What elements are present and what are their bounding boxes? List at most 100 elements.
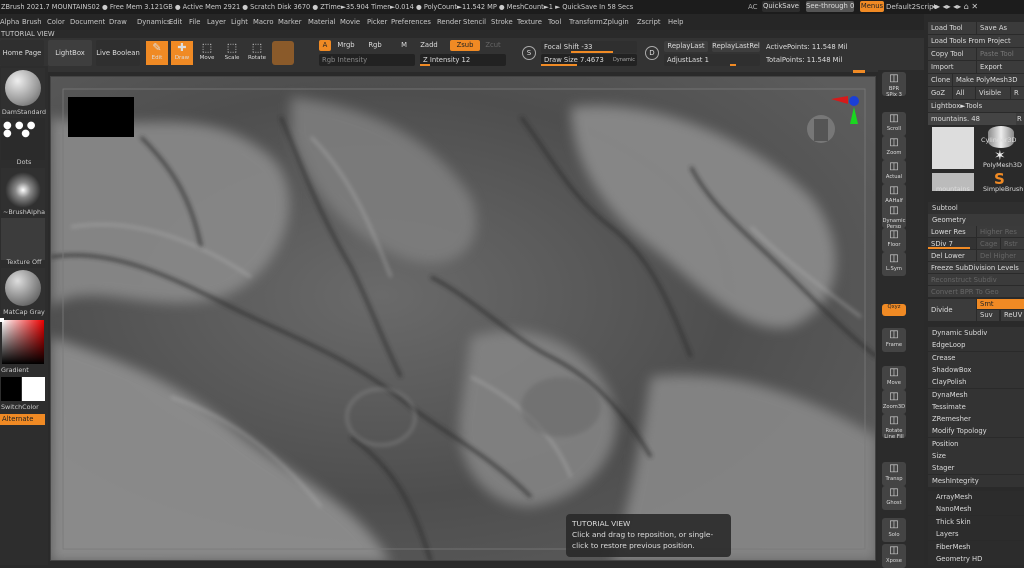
sculpt-render[interactable] (51, 77, 876, 561)
tool-solo[interactable]: ◫ Solo (882, 518, 906, 542)
menu-brush[interactable]: Brush (22, 18, 42, 26)
alternate-button[interactable]: Alternate (0, 414, 45, 425)
menu-color[interactable]: Color (47, 18, 65, 26)
tool-zoom[interactable]: ◫ Zoom (882, 136, 906, 160)
rstr-button[interactable]: Rstr (1001, 238, 1024, 249)
subpalette-claypolish[interactable]: ClayPolish (928, 376, 1024, 389)
subpalette-position[interactable]: Position (928, 437, 1024, 450)
z-intensity-slider[interactable]: Z Intensity 12 (420, 54, 506, 66)
menu-zscript[interactable]: Zscript (637, 18, 661, 26)
lightbox-button[interactable]: LightBox (48, 40, 92, 66)
subpalette-dynamesh[interactable]: DynaMesh (928, 388, 1024, 401)
menu-transform[interactable]: Transform (569, 18, 603, 26)
scale-button[interactable]: ⬚ Scale (221, 41, 243, 65)
live-boolean-button[interactable]: Live Boolean (96, 40, 140, 66)
subpalette-meshintegrity[interactable]: MeshIntegrity (928, 474, 1024, 487)
tool-spix-3[interactable]: SPix 3 (882, 92, 906, 104)
primary-color-swatch[interactable] (1, 377, 21, 401)
subpalette-zremesher[interactable]: ZRemesher (928, 413, 1024, 426)
tool-line-fill[interactable]: Line Fill (882, 434, 906, 446)
subpalette-geometry-hd[interactable]: Geometry HD (928, 553, 1024, 565)
reuv-button[interactable]: ReUV (1001, 310, 1024, 321)
alpha-thumbnail[interactable] (1, 168, 45, 210)
stroke-thumbnail[interactable]: ● ● ● ● ● (1, 118, 45, 160)
menu-material[interactable]: Material (308, 18, 336, 26)
subpalette-edgeloop[interactable]: EdgeLoop (928, 339, 1024, 352)
save-as-button[interactable]: Save As (977, 22, 1024, 34)
convert-bpr-button[interactable]: Convert BPR To Geo (928, 286, 1024, 297)
subpalette-thick-skin[interactable]: Thick Skin (928, 515, 1024, 528)
tool-l-sym[interactable]: ◫ L.Sym (882, 252, 906, 276)
menu-light[interactable]: Light (231, 18, 248, 26)
divide-button[interactable]: Divide (928, 299, 976, 321)
menu-render[interactable]: Render (437, 18, 461, 26)
geometry-section[interactable]: Geometry (928, 214, 1024, 226)
smt-toggle[interactable]: Smt (977, 299, 1024, 309)
menu-zplugin[interactable]: Zplugin (603, 18, 629, 26)
tool-transp[interactable]: ◫ Transp (882, 462, 906, 486)
menu-file[interactable]: File (189, 18, 200, 26)
subpalette-tessimate[interactable]: Tessimate (928, 400, 1024, 413)
clone-button[interactable]: Clone (928, 74, 952, 86)
focal-shift-slider[interactable]: Focal Shift -33 (541, 41, 637, 53)
lightbox-tools-button[interactable]: Lightbox►Tools (928, 100, 1024, 112)
subpalette-nanomesh[interactable]: NanoMesh (928, 503, 1024, 516)
tool-xpose[interactable]: ◫ Xpose (882, 544, 906, 568)
adjustlast-slider[interactable]: AdjustLast 1 (664, 54, 760, 66)
paste-tool-button[interactable]: Paste Tool (977, 48, 1024, 60)
tool-move[interactable]: ◫ Move (882, 366, 906, 390)
subpalette-dynamic-subdiv[interactable]: Dynamic Subdiv (928, 327, 1024, 339)
quicksave-button[interactable]: QuickSave (762, 1, 800, 12)
zsub-toggle[interactable]: Zsub (450, 40, 480, 51)
goz-all-button[interactable]: All (953, 87, 975, 99)
subpalette-shadowbox[interactable]: ShadowBox (928, 363, 1024, 376)
subtool-section[interactable]: Subtool (928, 202, 1024, 214)
zadd-toggle[interactable]: Zadd (418, 40, 440, 51)
m-toggle[interactable]: M (398, 40, 410, 51)
s-icon[interactable]: S (522, 46, 536, 60)
export-button[interactable]: Export (977, 61, 1024, 73)
del-lower-button[interactable]: Del Lower (928, 250, 976, 261)
window-controls-icon[interactable]: ◂▸ ◂▸ ◂▸ ⌂ ✕ (932, 2, 978, 11)
menu-texture[interactable]: Texture (517, 18, 542, 26)
suv-toggle[interactable]: Suv (977, 310, 999, 321)
material-thumbnail[interactable] (1, 268, 45, 310)
menu-document[interactable]: Document (70, 18, 105, 26)
load-tools-project-button[interactable]: Load Tools From Project (928, 35, 1024, 47)
texture-thumbnail[interactable] (1, 218, 45, 260)
draw-button[interactable]: ✚ Draw (171, 41, 193, 65)
navigation-inset[interactable] (68, 97, 134, 137)
tool-actual[interactable]: ◫ Actual (882, 160, 906, 184)
zcut-toggle[interactable]: Zcut (482, 40, 504, 51)
rotate-button[interactable]: ⬚ Rotate (246, 41, 268, 65)
menu-stroke[interactable]: Stroke (491, 18, 513, 26)
d-icon[interactable]: D (645, 46, 659, 60)
secondary-color-swatch[interactable] (22, 377, 45, 401)
tool-floor[interactable]: ◫ Floor (882, 228, 906, 252)
replaylastrel-button[interactable]: ReplayLastRel (712, 41, 760, 52)
color-picker[interactable] (2, 320, 44, 364)
menu-draw[interactable]: Draw (109, 18, 127, 26)
menu-picker[interactable]: Picker (367, 18, 387, 26)
menu-layer[interactable]: Layer (207, 18, 226, 26)
tool-scroll[interactable]: ◫ Scroll (882, 112, 906, 136)
goz-button[interactable]: GoZ (928, 87, 952, 99)
rgb-intensity-slider[interactable]: Rgb Intensity (319, 54, 415, 66)
freeze-subdiv-button[interactable]: Freeze SubDivision Levels (928, 262, 1024, 273)
cage-button[interactable]: Cage (977, 238, 1000, 249)
replaylast-button[interactable]: ReplayLast (664, 41, 708, 52)
menu-dynamics[interactable]: Dynamics (137, 18, 171, 26)
sdiv-slider[interactable]: SDiv 7 (928, 238, 976, 249)
menu-movie[interactable]: Movie (340, 18, 360, 26)
load-tool-button[interactable]: Load Tool (928, 22, 976, 34)
tool-frame[interactable]: ◫ Frame (882, 328, 906, 352)
menus-toggle[interactable]: Menus (860, 1, 884, 12)
canvas-viewport[interactable]: TUTORIAL VIEW Click and drag to repositi… (50, 76, 876, 561)
reconstruct-subdiv-button[interactable]: Reconstruct Subdiv (928, 274, 1024, 285)
shelf-scroll-indicator[interactable] (853, 70, 865, 73)
subpalette-fibermesh[interactable]: FiberMesh (928, 540, 1024, 553)
tool-zoom3d[interactable]: ◫ Zoom3D (882, 390, 906, 414)
rgb-toggle[interactable]: Rgb (364, 40, 386, 51)
see-through-slider[interactable]: See-through 0 (806, 1, 854, 12)
color-picker-marker[interactable] (0, 318, 4, 322)
